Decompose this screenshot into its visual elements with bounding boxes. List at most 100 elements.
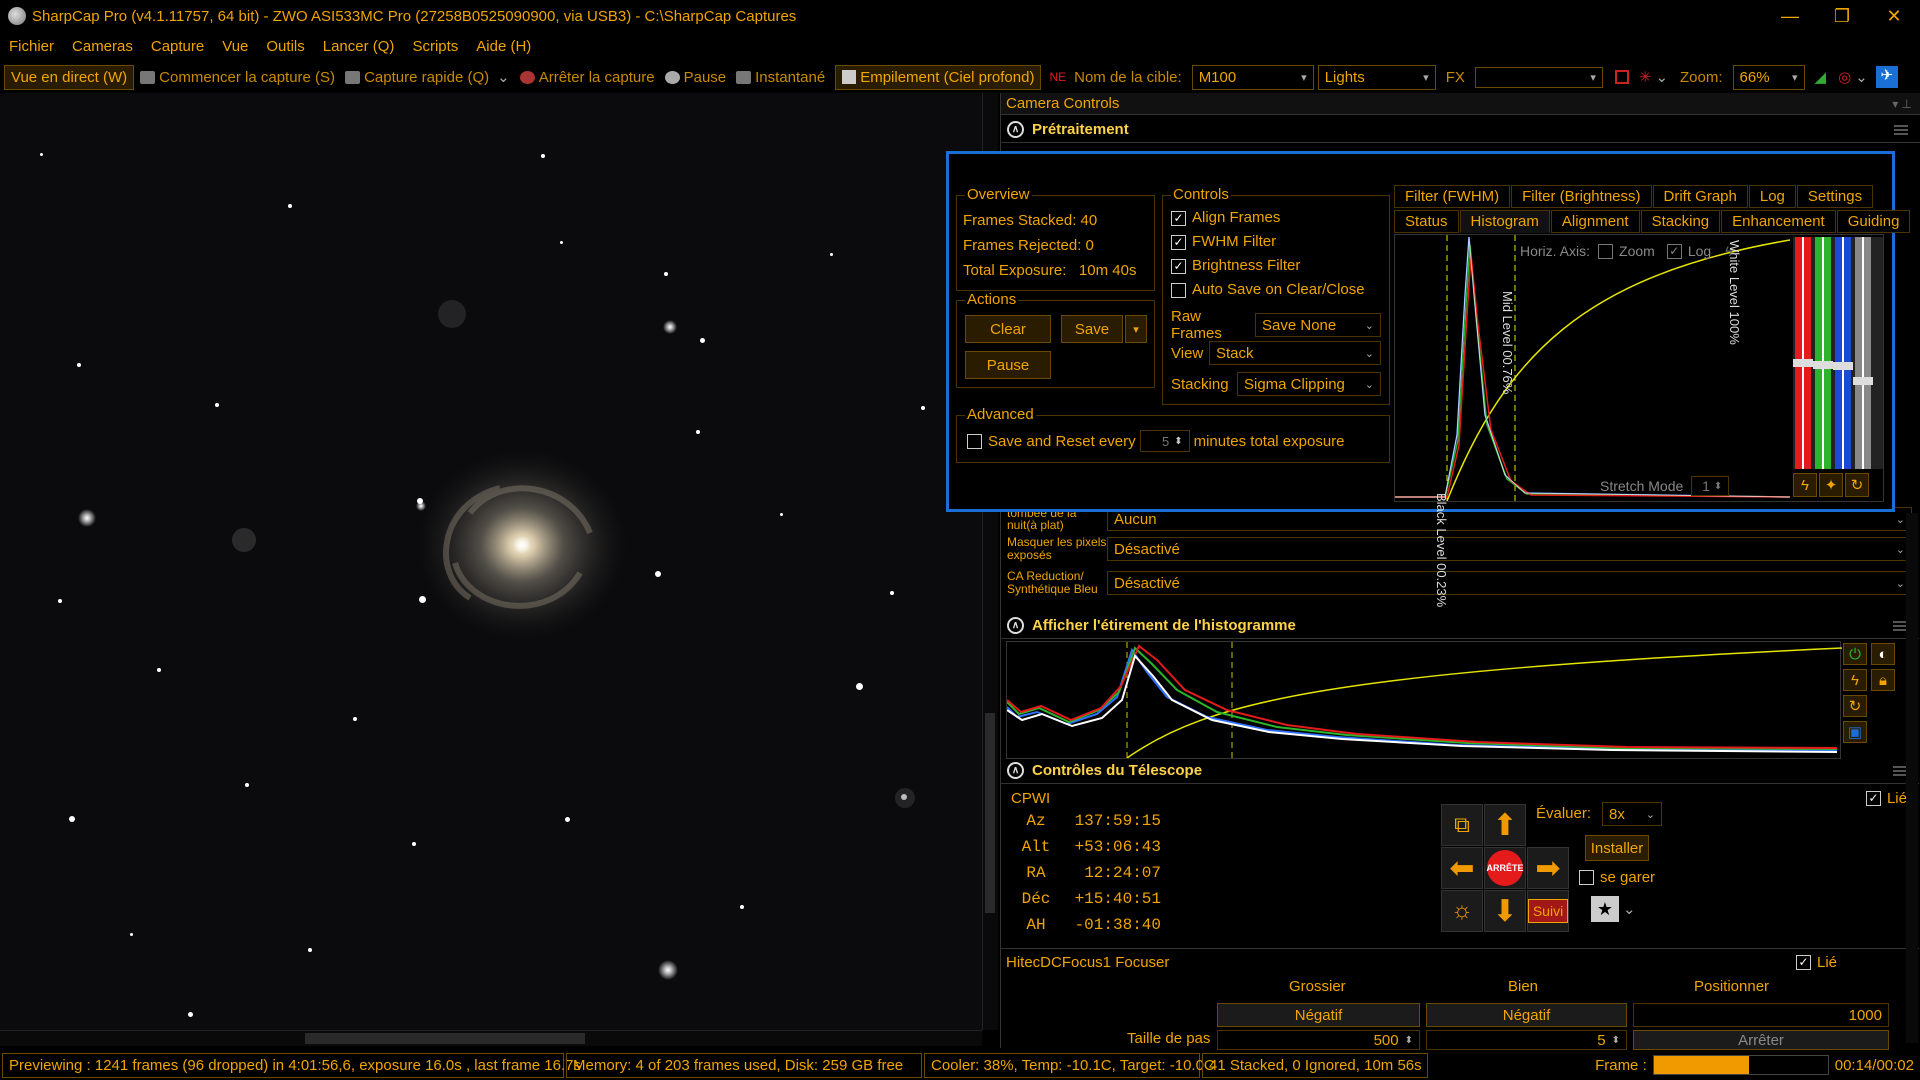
- menu-aide[interactable]: Aide (H): [476, 38, 531, 55]
- menu-vue[interactable]: Vue: [222, 38, 248, 55]
- favorites-button[interactable]: ★ ⌄: [1591, 896, 1636, 922]
- tab-filter-brightness[interactable]: Filter (Brightness): [1511, 185, 1652, 208]
- raw-frames-select[interactable]: Save None ⌄: [1255, 313, 1381, 337]
- chevron-down-icon[interactable]: ⌄: [497, 68, 510, 86]
- zoom-select[interactable]: 66% ▾: [1732, 64, 1805, 90]
- fine-negative-button[interactable]: Négatif: [1426, 1003, 1627, 1027]
- contrast-icon[interactable]: ◐: [1871, 643, 1895, 665]
- save-reset-checkbox[interactable]: [967, 433, 982, 449]
- stacking-select[interactable]: Sigma Clipping ⌄: [1237, 372, 1381, 396]
- save-options-button[interactable]: ▾: [1125, 315, 1147, 343]
- menu-icon[interactable]: [1893, 620, 1907, 631]
- goto-button[interactable]: ☼: [1441, 890, 1483, 932]
- chevron-down-icon[interactable]: ⌄: [1655, 68, 1668, 86]
- fx-select[interactable]: ▾: [1474, 66, 1603, 88]
- position-input[interactable]: 1000: [1633, 1003, 1889, 1027]
- north-button[interactable]: ⬆: [1484, 804, 1526, 846]
- save-icon[interactable]: ▣: [1843, 721, 1867, 743]
- reticle-icon[interactable]: [1614, 70, 1629, 84]
- auto-save-checkbox[interactable]: Auto Save on Clear/Close: [1171, 278, 1365, 302]
- coarse-step-input[interactable]: 500 ⬍: [1217, 1030, 1420, 1050]
- mount-linked-checkbox[interactable]: ✓ Lié: [1865, 790, 1907, 807]
- menu-outils[interactable]: Outils: [266, 38, 304, 55]
- telescope-header[interactable]: ∧ Contrôles du Télescope: [1001, 758, 1919, 784]
- chevron-down-icon[interactable]: ⌄: [1855, 68, 1868, 86]
- fine-step-input[interactable]: 5 ⬍: [1426, 1030, 1627, 1050]
- focuser-stop-button[interactable]: Arrêter: [1633, 1030, 1889, 1050]
- spinner-icon[interactable]: ⬍: [1174, 436, 1182, 447]
- pin-icon[interactable]: ▾ ⊥: [1892, 97, 1912, 111]
- stretch-mode-input[interactable]: 1 ⬍: [1691, 476, 1730, 496]
- collapse-icon[interactable]: ∧: [1007, 121, 1024, 138]
- hot-pixel-select[interactable]: Désactivé ⌄: [1107, 537, 1912, 561]
- target-circle-icon[interactable]: ◎: [1838, 68, 1851, 86]
- stack-histogram-panel[interactable]: Black Level 00.23% Mid Level 00.76% Whit…: [1394, 234, 1884, 607]
- spinner-icon[interactable]: ⬍: [1405, 1035, 1413, 1046]
- stop-mount-button[interactable]: ARRÊTE: [1484, 847, 1526, 889]
- histogram-stretch-graph[interactable]: [1006, 641, 1843, 759]
- pin-icon[interactable]: ✈: [1875, 66, 1898, 88]
- live-view-button[interactable]: Vue en direct (W): [4, 64, 135, 90]
- reset-icon[interactable]: ↻: [1845, 473, 1869, 497]
- histogram-stretch-header[interactable]: ∧ Afficher l'étirement de l'histogramme: [1001, 613, 1919, 639]
- lum-slider-handle[interactable]: [1853, 377, 1873, 385]
- coarse-negative-button[interactable]: Négatif: [1217, 1003, 1420, 1027]
- zoom-checkbox[interactable]: [1598, 243, 1614, 259]
- focuser-linked-checkbox[interactable]: ✓ Lié: [1796, 954, 1837, 971]
- snapshot-button[interactable]: Instantané: [736, 69, 825, 86]
- menu-capture[interactable]: Capture: [151, 38, 204, 55]
- live-stack-button[interactable]: Empilement (Ciel profond): [835, 64, 1042, 90]
- tab-guiding[interactable]: Guiding: [1836, 210, 1911, 233]
- panel-scrollbar[interactable]: [1906, 513, 1918, 1043]
- auto-stretch-icon[interactable]: ϟ: [1793, 473, 1817, 497]
- minimize-button[interactable]: —: [1764, 6, 1816, 27]
- tab-status[interactable]: Status: [1394, 210, 1459, 233]
- log-checkbox[interactable]: ✓: [1666, 243, 1682, 259]
- quick-capture-button[interactable]: Capture rapide (Q) ⌄: [345, 68, 510, 86]
- close-button[interactable]: ✕: [1868, 6, 1920, 27]
- image-horizontal-scrollbar[interactable]: [0, 1030, 982, 1046]
- tab-settings[interactable]: Settings: [1796, 185, 1874, 208]
- tab-log[interactable]: Log: [1748, 185, 1796, 208]
- sync-button[interactable]: ⧉: [1441, 804, 1483, 846]
- collapse-icon[interactable]: ∧: [1007, 617, 1024, 634]
- spinner-icon[interactable]: ⬍: [1714, 481, 1722, 492]
- reset-icon[interactable]: ↻: [1843, 695, 1867, 717]
- green-slider-handle[interactable]: [1813, 361, 1833, 369]
- start-capture-button[interactable]: Commencer la capture (S): [140, 69, 335, 86]
- park-checkbox[interactable]: se garer: [1579, 869, 1655, 886]
- lock-icon[interactable]: 🔒︎: [1871, 669, 1895, 691]
- tab-drift-graph[interactable]: Drift Graph: [1652, 185, 1748, 208]
- pause-button[interactable]: Pause: [664, 69, 726, 86]
- stop-capture-button[interactable]: Arrêter la capture: [519, 69, 655, 86]
- lightning-icon[interactable]: ϟ: [1843, 669, 1867, 691]
- spinner-icon[interactable]: ⬍: [1612, 1035, 1620, 1046]
- menu-icon[interactable]: [1893, 765, 1907, 776]
- frame-type-select[interactable]: Lights ▾: [1317, 64, 1436, 90]
- south-button[interactable]: ⬇: [1484, 890, 1526, 932]
- install-button[interactable]: Installer: [1585, 835, 1649, 861]
- tab-filter-fwhm[interactable]: Filter (FWHM): [1394, 185, 1511, 208]
- image-viewer[interactable]: [0, 93, 982, 1030]
- menu-lancer[interactable]: Lancer (Q): [323, 38, 395, 55]
- rate-select[interactable]: 8x ⌄: [1602, 802, 1662, 826]
- lightning-icon[interactable]: ϟ: [1725, 243, 1732, 259]
- tab-alignment[interactable]: Alignment: [1550, 210, 1640, 233]
- preprocessing-header[interactable]: ∧ Prétraitement: [1001, 117, 1920, 143]
- west-button[interactable]: ⬅: [1441, 847, 1483, 889]
- brightness-filter-checkbox[interactable]: ✓ Brightness Filter: [1171, 254, 1365, 278]
- view-select[interactable]: Stack ⌄: [1209, 341, 1381, 365]
- histogram-icon[interactable]: ◢: [1815, 68, 1827, 86]
- sparkle-icon[interactable]: ✦: [1819, 473, 1843, 497]
- blue-slider-handle[interactable]: [1833, 362, 1853, 370]
- menu-cameras[interactable]: Cameras: [72, 38, 133, 55]
- power-icon[interactable]: ⏻: [1843, 643, 1867, 665]
- tab-stacking[interactable]: Stacking: [1640, 210, 1721, 233]
- ca-reduction-select[interactable]: Désactivé ⌄: [1107, 571, 1912, 595]
- fwhm-filter-checkbox[interactable]: ✓ FWHM Filter: [1171, 230, 1365, 254]
- clear-button[interactable]: Clear: [965, 315, 1051, 343]
- menu-scripts[interactable]: Scripts: [412, 38, 458, 55]
- menu-icon[interactable]: [1894, 124, 1908, 135]
- tracking-button[interactable]: Suivi: [1527, 890, 1569, 932]
- align-frames-checkbox[interactable]: ✓ Align Frames: [1171, 206, 1365, 230]
